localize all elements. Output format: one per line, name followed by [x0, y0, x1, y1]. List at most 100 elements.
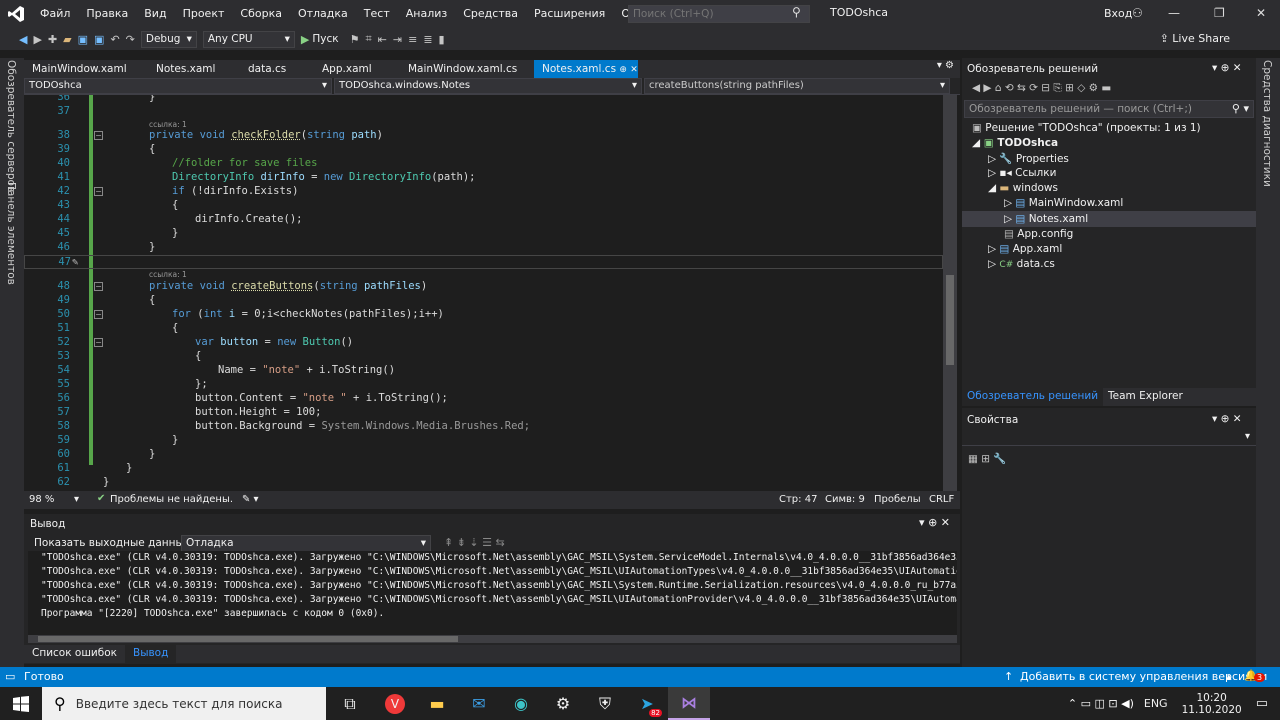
- panel-controls-icon[interactable]: ▾ ⊕ ✕: [1212, 413, 1242, 425]
- brush-icon[interactable]: ✎ ▾: [242, 494, 259, 505]
- back-icon[interactable]: ◀: [16, 33, 30, 46]
- expand-icon[interactable]: ◢: [988, 182, 996, 194]
- panel-controls-icon[interactable]: ▾ ⊕ ✕: [1212, 62, 1242, 74]
- menu-debug[interactable]: Отладка: [290, 0, 356, 28]
- collapse-icon[interactable]: ▷: [988, 167, 996, 179]
- account-icon[interactable]: ⚇: [1132, 6, 1143, 20]
- tab-solution-explorer[interactable]: Обозреватель решений: [962, 388, 1104, 406]
- start-icon[interactable]: ▶: [298, 33, 312, 46]
- mail-icon[interactable]: ✉: [458, 687, 500, 720]
- chevron-up-icon[interactable]: ▴: [1226, 670, 1232, 683]
- line-ending[interactable]: CRLF: [929, 494, 954, 505]
- tab-overflow-icon[interactable]: ▾ ⚙: [931, 60, 960, 78]
- output-text-area[interactable]: "TODOshca.exe" (CLR v4.0.30319: TODOshca…: [28, 551, 957, 643]
- action-center-icon[interactable]: ▭: [1256, 696, 1268, 711]
- store-icon[interactable]: ⛨: [584, 687, 626, 720]
- diagnostics-tab[interactable]: Средства диагностики: [1261, 60, 1273, 187]
- chevron-down-icon[interactable]: ▾: [74, 494, 79, 505]
- collapse-icon[interactable]: −: [94, 187, 103, 196]
- save-all-icon[interactable]: ▣: [91, 33, 107, 46]
- tool-icon[interactable]: ⚑: [347, 33, 363, 46]
- up-arrow-icon[interactable]: ↑: [1004, 670, 1013, 683]
- quick-action-icon[interactable]: ✎: [72, 256, 78, 268]
- visual-studio-taskbar-icon[interactable]: ⋈: [668, 687, 710, 720]
- column-number[interactable]: Симв: 9: [825, 494, 865, 505]
- bookmark-icon[interactable]: ▮: [436, 33, 448, 46]
- minimize-icon[interactable]: —: [1168, 6, 1180, 20]
- panel-controls-icon[interactable]: ▾ ⊕ ✕: [919, 516, 950, 529]
- collapse-icon[interactable]: −: [94, 338, 103, 347]
- forward-icon[interactable]: ▶: [30, 33, 44, 46]
- menu-build[interactable]: Сборка: [232, 0, 290, 28]
- project-dropdown[interactable]: TODOshca ▾: [24, 78, 332, 94]
- tree-windows-folder[interactable]: ◢ ▬ windows: [988, 182, 1058, 194]
- tab-team-explorer[interactable]: Team Explorer: [1103, 388, 1188, 406]
- class-dropdown[interactable]: TODOshca.windows.Notes ▾: [334, 78, 642, 94]
- search-input[interactable]: [628, 5, 810, 23]
- input-language[interactable]: ENG: [1144, 697, 1168, 710]
- maximize-icon[interactable]: ❐: [1214, 6, 1225, 20]
- menu-project[interactable]: Проект: [175, 0, 233, 28]
- tab-output[interactable]: Вывод: [125, 645, 177, 663]
- menu-file[interactable]: Файл: [32, 0, 78, 28]
- se-search-input[interactable]: Обозреватель решений — поиск (Ctrl+;) ⚲ …: [964, 100, 1254, 118]
- menu-view[interactable]: Вид: [136, 0, 174, 28]
- pin-icon[interactable]: ⊕: [619, 65, 627, 75]
- new-project-icon[interactable]: ✚: [45, 33, 60, 46]
- collapse-icon[interactable]: −: [94, 131, 103, 140]
- member-dropdown[interactable]: createButtons(string pathFiles) ▾: [644, 78, 950, 94]
- problems-status[interactable]: Проблемы не найдены.: [110, 494, 233, 505]
- search-icon[interactable]: ⚲: [792, 5, 801, 19]
- tool-icon[interactable]: ⇥: [390, 33, 405, 46]
- collapse-icon[interactable]: ▷: [988, 258, 996, 270]
- se-toolbar-icon[interactable]: ◀ ▶ ⌂ ⟲ ⇆ ⟳ ⊟ ⎘ ⊞ ◇ ⚙ ▬: [972, 82, 1111, 95]
- live-share-button[interactable]: ⇪ Live Share: [1160, 32, 1230, 45]
- vivaldi-icon[interactable]: V: [374, 687, 416, 720]
- uncomment-icon[interactable]: ≣: [420, 33, 435, 46]
- scrollbar-thumb[interactable]: [38, 636, 458, 642]
- task-view-icon[interactable]: ⧉: [326, 687, 374, 720]
- reference-count[interactable]: ссылка: 1: [149, 270, 187, 280]
- tree-solution[interactable]: ▣ Решение "TODOshca" (проекты: 1 из 1): [972, 122, 1201, 134]
- tab-mainwindow-xaml[interactable]: MainWindow.xaml: [24, 60, 148, 78]
- config-select[interactable]: Debug ▾: [140, 30, 197, 48]
- editor-scrollbar[interactable]: [943, 95, 957, 491]
- collapse-icon[interactable]: −: [94, 282, 103, 291]
- close-icon[interactable]: ✕: [1256, 6, 1266, 20]
- platform-select[interactable]: Any CPU ▾: [202, 30, 295, 48]
- tree-project[interactable]: ◢ ▣ TODOshca: [972, 137, 1058, 149]
- tree-data-cs[interactable]: ▷ C# data.cs: [988, 258, 1055, 270]
- tab-mainwindow-xaml-cs[interactable]: MainWindow.xaml.cs: [400, 60, 534, 78]
- menu-extensions[interactable]: Расширения: [526, 0, 613, 28]
- file-explorer-icon[interactable]: ▬: [416, 687, 458, 720]
- tab-error-list[interactable]: Список ошибок: [24, 645, 125, 663]
- expand-icon[interactable]: ◢: [972, 137, 980, 149]
- tree-notes[interactable]: ▷ ▤ Notes.xaml: [1004, 213, 1088, 225]
- tray-icons[interactable]: ⌃ ▭ ◫ ⊡ ◀): [1068, 697, 1134, 710]
- tool-icon[interactable]: ⌗: [362, 32, 374, 46]
- toolbox-tab[interactable]: Панель элементов: [5, 182, 17, 285]
- edge-icon[interactable]: ◉: [500, 687, 542, 720]
- collapse-icon[interactable]: ▷: [988, 153, 996, 165]
- start-button[interactable]: Пуск: [312, 33, 338, 45]
- zoom-level[interactable]: 98 %: [29, 494, 54, 505]
- tree-app-config[interactable]: ▤ App.config: [1004, 228, 1073, 240]
- collapse-icon[interactable]: ▷: [1004, 197, 1012, 209]
- tab-app-xaml[interactable]: App.xaml: [314, 60, 400, 78]
- properties-object-select[interactable]: ▾: [962, 430, 1256, 446]
- indent-mode[interactable]: Пробелы: [874, 494, 921, 505]
- collapse-icon[interactable]: ▷: [988, 243, 996, 255]
- collapse-icon[interactable]: −: [94, 310, 103, 319]
- save-icon[interactable]: ▣: [75, 33, 91, 46]
- menu-test[interactable]: Тест: [356, 0, 398, 28]
- open-icon[interactable]: ▰: [60, 33, 74, 46]
- visual-studio-logo-icon[interactable]: [0, 0, 32, 28]
- close-tab-icon[interactable]: ✕: [630, 65, 638, 75]
- collapse-icon[interactable]: ▷: [1004, 213, 1012, 225]
- scrollbar-thumb[interactable]: [946, 275, 954, 365]
- line-number[interactable]: Стр: 47: [779, 494, 817, 505]
- tab-notes-xaml[interactable]: Notes.xaml: [148, 60, 240, 78]
- properties-toolbar-icon[interactable]: ▦ ⊞ 🔧: [968, 452, 1006, 465]
- redo-icon[interactable]: ↷: [123, 33, 138, 46]
- tab-data-cs[interactable]: data.cs: [240, 60, 314, 78]
